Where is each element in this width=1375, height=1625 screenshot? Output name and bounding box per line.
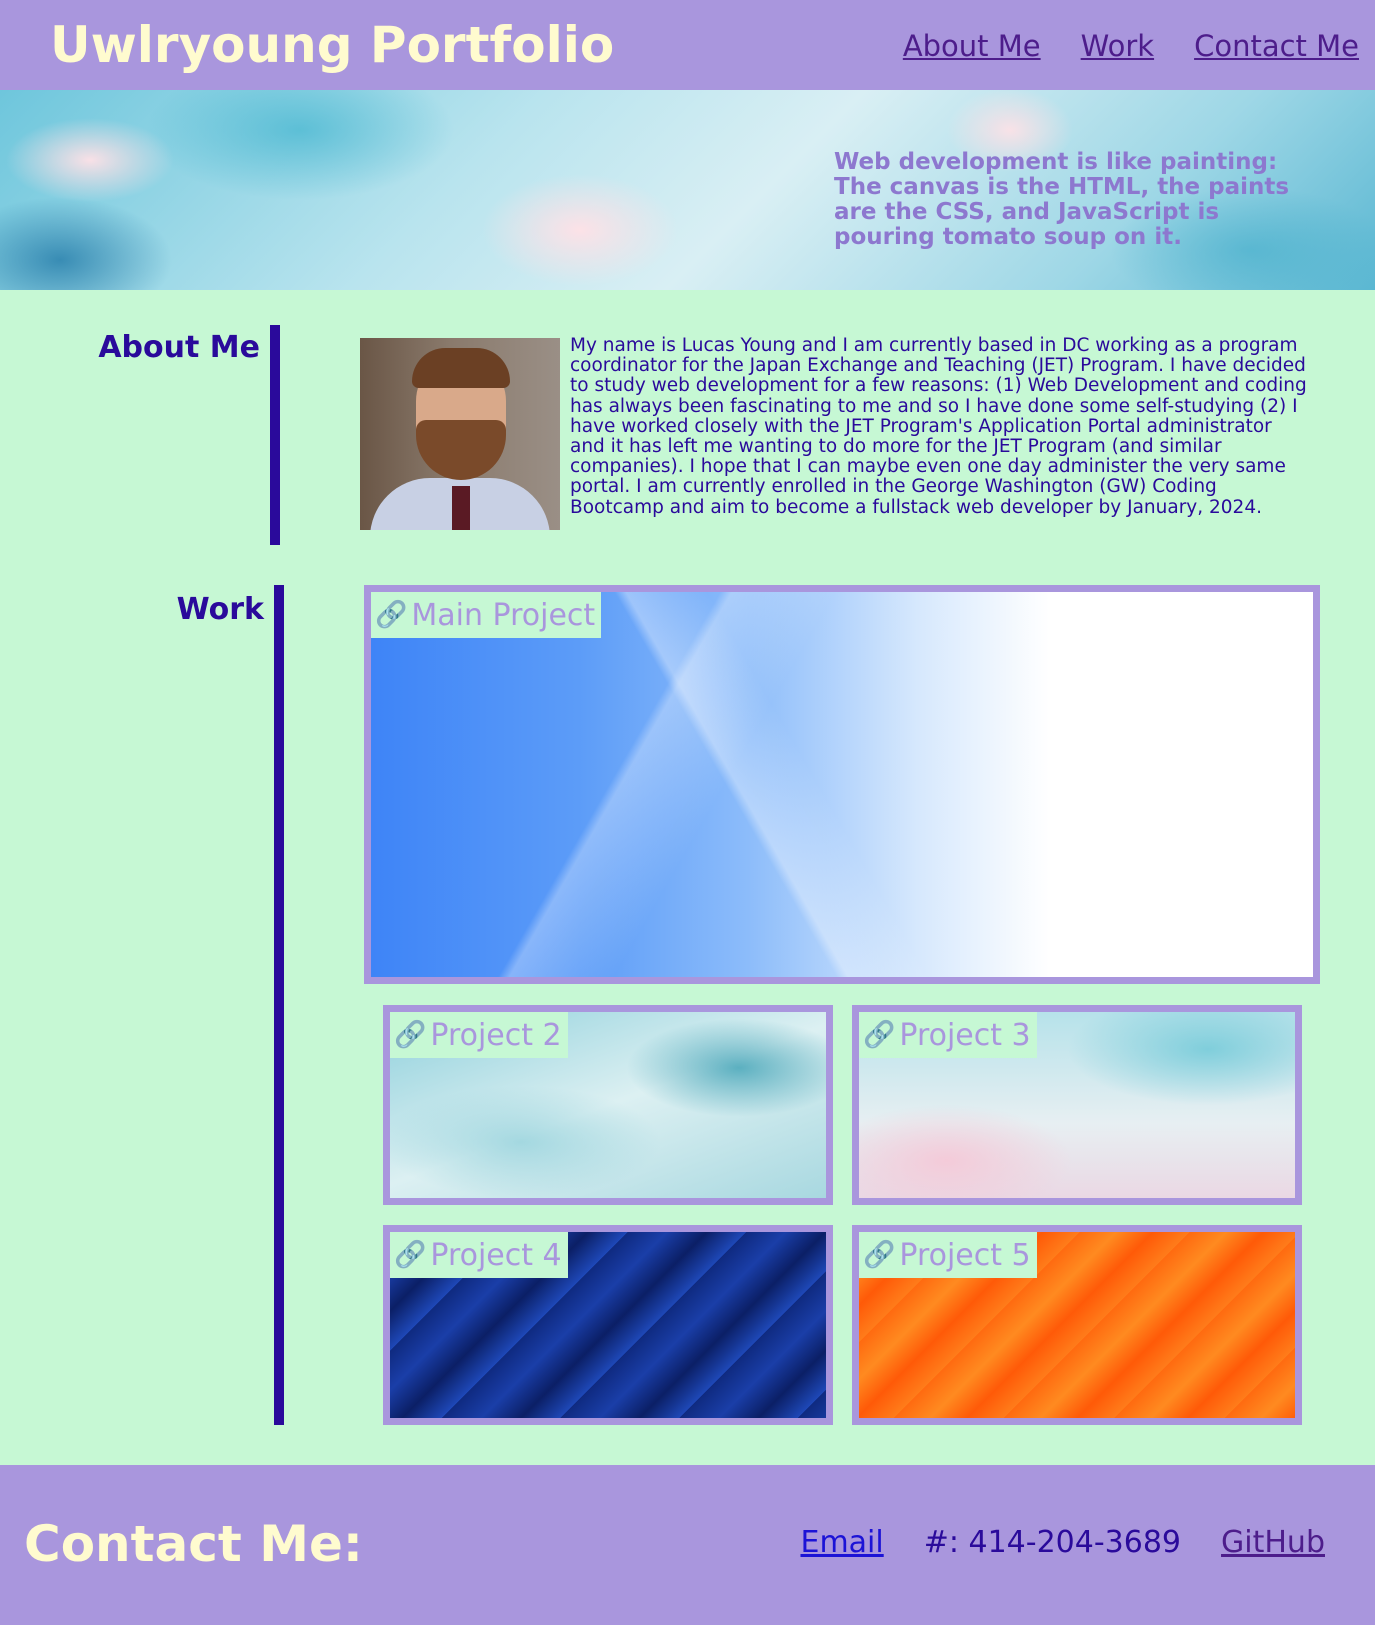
project-card-5[interactable]: 🔗 Project 5 [852, 1225, 1302, 1425]
project-title: Main Project [411, 597, 596, 633]
project-card-main[interactable]: 🔗 Main Project [364, 585, 1320, 984]
phone-number: #: 414-204-3689 [923, 1525, 1182, 1560]
github-link[interactable]: GitHub [1221, 1525, 1325, 1560]
work-heading: Work [176, 592, 264, 627]
contact-links: Email #: 414-204-3689 GitHub [800, 1525, 1325, 1560]
about-text: My name is Lucas Young and I am currentl… [570, 335, 1307, 518]
profile-photo [360, 338, 560, 530]
link-icon: 🔗 [375, 600, 408, 630]
project-label: 🔗 Project 4 [390, 1232, 568, 1278]
project-label: 🔗 Project 2 [390, 1012, 568, 1058]
work-divider-bar [274, 585, 284, 1425]
hero-quote: Web development is like painting: The ca… [834, 149, 1290, 250]
main-nav: About Me Work Contact Me [903, 28, 1359, 64]
link-icon: 🔗 [863, 1240, 896, 1270]
nav-link-about[interactable]: About Me [903, 28, 1041, 64]
project-title: Project 5 [899, 1237, 1031, 1273]
project-label: 🔗 Main Project [371, 592, 602, 638]
nav-link-contact[interactable]: Contact Me [1194, 28, 1359, 64]
nav-link-work[interactable]: Work [1081, 28, 1154, 64]
link-icon: 🔗 [394, 1020, 427, 1050]
project-card-3[interactable]: 🔗 Project 3 [852, 1005, 1302, 1205]
link-icon: 🔗 [394, 1240, 427, 1270]
project-card-2[interactable]: 🔗 Project 2 [383, 1005, 833, 1205]
email-link[interactable]: Email [800, 1525, 883, 1560]
about-divider-bar [270, 325, 280, 545]
project-title: Project 4 [430, 1237, 562, 1273]
footer-title: Contact Me: [24, 1515, 363, 1573]
project-title: Project 3 [899, 1017, 1031, 1053]
contact-footer: Contact Me: Email #: 414-204-3689 GitHub [0, 1465, 1375, 1625]
project-title: Project 2 [430, 1017, 562, 1053]
site-header: Uwlryoung Portfolio About Me Work Contac… [0, 0, 1375, 90]
project-label: 🔗 Project 3 [859, 1012, 1037, 1058]
about-heading: About Me [98, 330, 260, 365]
site-title: Uwlryoung Portfolio [50, 16, 615, 74]
project-label: 🔗 Project 5 [859, 1232, 1037, 1278]
project-card-4[interactable]: 🔗 Project 4 [383, 1225, 833, 1425]
link-icon: 🔗 [863, 1020, 896, 1050]
hero-banner: Web development is like painting: The ca… [0, 90, 1375, 290]
